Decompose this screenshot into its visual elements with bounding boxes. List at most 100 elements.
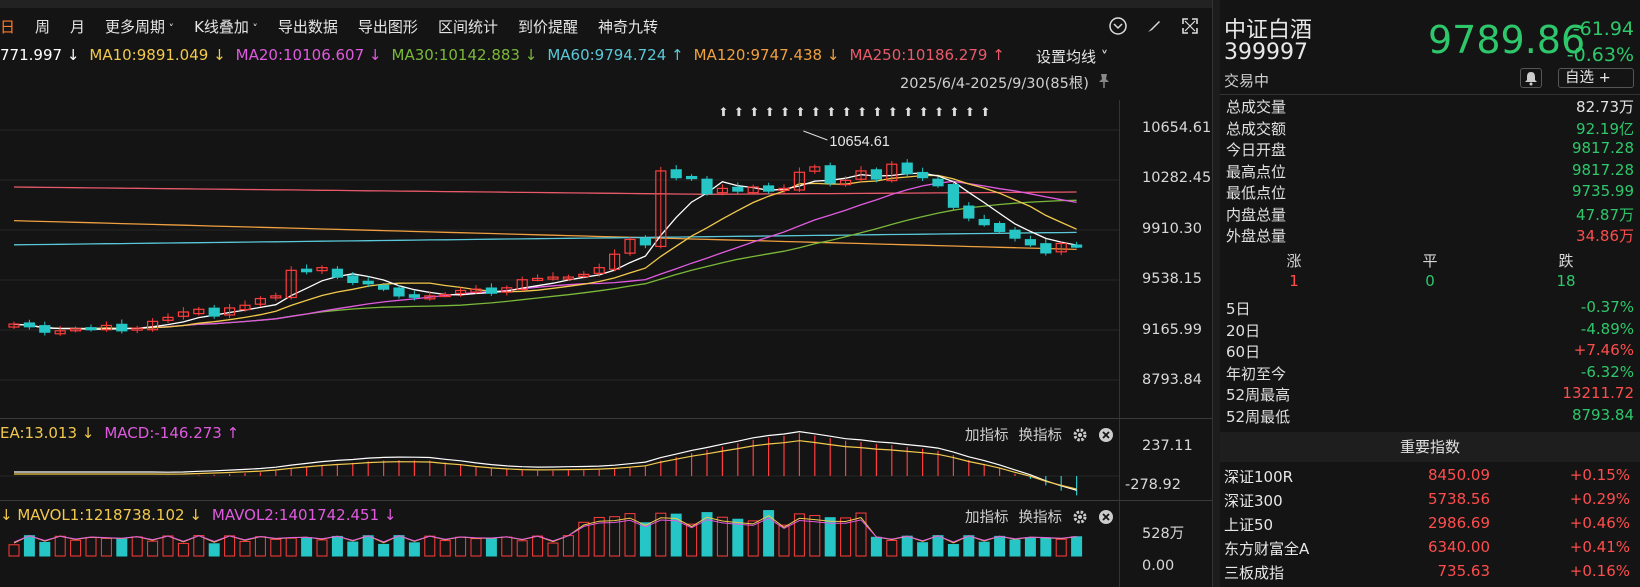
perf-label: 5日 <box>1226 300 1251 318</box>
volume-bar <box>485 538 497 557</box>
ma10-line <box>13 174 1077 330</box>
perf-value: 8793.84 <box>1571 405 1634 424</box>
volume-bar <box>547 542 559 557</box>
bell-icon[interactable] <box>1520 68 1542 88</box>
volume-header: ↓ MAVOL1:1218738.102 ↓ MAVOL2:1401742.45… <box>0 503 1212 527</box>
gear-icon[interactable] <box>1072 509 1088 525</box>
stat-value: 9735.99 <box>1571 182 1634 200</box>
candle-body <box>963 205 975 219</box>
index-row[interactable]: 东方财富全A 6340.00 +0.41% <box>1220 538 1640 562</box>
volume-bar <box>331 535 343 557</box>
candle-body <box>362 280 374 285</box>
volume-bar <box>270 538 282 557</box>
stat-label: 最高点位 <box>1226 162 1287 181</box>
export-image-button[interactable]: 导出图形 <box>358 16 418 37</box>
volume-bar <box>963 535 975 557</box>
high-marker-arrow <box>803 130 828 141</box>
index-row-change: +0.16% <box>1569 562 1630 580</box>
swap-indicator-button[interactable]: 换指标 <box>1019 506 1063 527</box>
signal-arrow-icon: ⬆ <box>888 105 898 119</box>
candle-body <box>685 175 698 180</box>
volume-bar <box>994 535 1006 557</box>
volume-bar <box>208 543 220 557</box>
pin-icon[interactable] <box>1097 73 1111 89</box>
add-indicator-button[interactable]: 加指标 <box>965 506 1009 527</box>
gear-icon[interactable] <box>1072 427 1088 443</box>
index-row[interactable]: 三板成指 735.63 +0.16% <box>1220 562 1640 586</box>
index-row[interactable]: 深证300 5738.56 +0.29% <box>1220 490 1640 514</box>
chevron-down-icon: ˅ <box>165 21 175 35</box>
stat-value: 34.86万 <box>1576 227 1634 245</box>
y-tick: 9910.30 <box>1142 221 1202 237</box>
pane-separator <box>0 500 1212 501</box>
volume-bar <box>116 538 128 557</box>
volume-bar <box>532 535 544 557</box>
volume-bar <box>778 524 790 557</box>
period-day-tab[interactable]: 日 <box>0 16 15 37</box>
ma-settings-dropdown[interactable]: 设置均线 ˅ <box>1036 46 1108 67</box>
perf-value: 13211.72 <box>1562 384 1634 402</box>
price-alert-button[interactable]: 到价提醒 <box>518 16 578 37</box>
add-indicator-button[interactable]: 加指标 <box>965 424 1009 445</box>
signal-arrow-icon: ⬆ <box>980 105 990 119</box>
index-row[interactable]: 上证50 2986.69 +0.46% <box>1220 514 1640 538</box>
swap-indicator-button[interactable]: 换指标 <box>1019 424 1063 445</box>
candle-body <box>993 222 1006 232</box>
panel-divider[interactable] <box>1212 0 1220 587</box>
perf-label: 52周最高 <box>1226 386 1291 404</box>
volume-bar <box>239 540 251 557</box>
index-row-name: 深证300 <box>1224 492 1283 510</box>
index-row-price: 6340.00 <box>1427 538 1490 556</box>
more-periods-label: 更多周期 <box>105 17 166 36</box>
add-watchlist-button[interactable]: 自选 + <box>1558 68 1634 88</box>
more-periods-dropdown[interactable]: 更多周期 ˅ <box>105 16 174 37</box>
signal-arrow-icon: ⬆ <box>857 105 867 119</box>
important-indices-title: 重要指数 <box>1220 432 1640 462</box>
signal-arrow-icon: ⬆ <box>765 105 775 119</box>
volume-bar <box>455 536 467 557</box>
candle-body <box>301 268 313 273</box>
volume-bar <box>639 522 651 557</box>
magic-nine-button[interactable]: 神奇九转 <box>598 16 658 37</box>
volume-bar <box>316 539 328 557</box>
index-row[interactable]: 深证100R 8450.09 +0.15% <box>1220 466 1640 490</box>
y-tick: 9538.15 <box>1142 271 1202 287</box>
kline-overlay-dropdown[interactable]: K线叠加 ˅ <box>194 16 258 37</box>
stat-row: 今日开盘 9817.28 <box>1226 139 1634 161</box>
volume-bar <box>978 541 990 557</box>
candle-body <box>331 268 343 278</box>
candle-body <box>1009 229 1021 239</box>
close-icon[interactable] <box>1098 509 1114 525</box>
y-tick: 9165.99 <box>1142 322 1202 338</box>
ma10-value: MA10:9891.049 ↓ <box>89 46 226 64</box>
perf-label: 年初至今 <box>1226 364 1287 383</box>
adv-flat-count: 0 <box>1425 272 1435 290</box>
signal-arrow-icon: ⬆ <box>811 105 821 119</box>
draw-brush-icon[interactable] <box>1144 16 1164 36</box>
perf-row: 52周最高 13211.72 <box>1226 384 1634 406</box>
interval-stats-button[interactable]: 区间统计 <box>438 16 498 37</box>
stat-row: 最高点位 9817.28 <box>1226 161 1634 183</box>
volume-bar <box>947 544 959 557</box>
stat-label: 今日开盘 <box>1226 141 1287 159</box>
fullscreen-icon[interactable] <box>1180 16 1200 36</box>
chart-toolbar: 日 周 月 更多周期 ˅ K线叠加 ˅ 导出数据 导出图形 区间统计 到价提醒 … <box>0 8 1212 44</box>
candle-body <box>347 275 359 284</box>
collapse-circle-icon[interactable] <box>1108 16 1128 36</box>
perf-label: 52周最低 <box>1226 407 1291 426</box>
period-week-tab[interactable]: 周 <box>35 16 50 37</box>
export-data-button[interactable]: 导出数据 <box>278 16 338 37</box>
pane-separator <box>0 418 1212 419</box>
volume-bar <box>254 536 266 557</box>
candle-body <box>932 178 944 187</box>
volume-bar <box>8 544 20 557</box>
volume-bar <box>917 542 929 557</box>
signal-arrow-icon: ⬆ <box>903 105 913 119</box>
price-change: -61.94 -0.63% <box>1567 16 1634 68</box>
period-month-tab[interactable]: 月 <box>70 16 85 37</box>
window-tab-strip <box>0 0 1212 8</box>
close-icon[interactable] <box>1098 427 1114 443</box>
candle-body <box>701 178 713 195</box>
perf-value: -0.37% <box>1580 298 1634 316</box>
adv-up-count: 1 <box>1289 272 1299 290</box>
